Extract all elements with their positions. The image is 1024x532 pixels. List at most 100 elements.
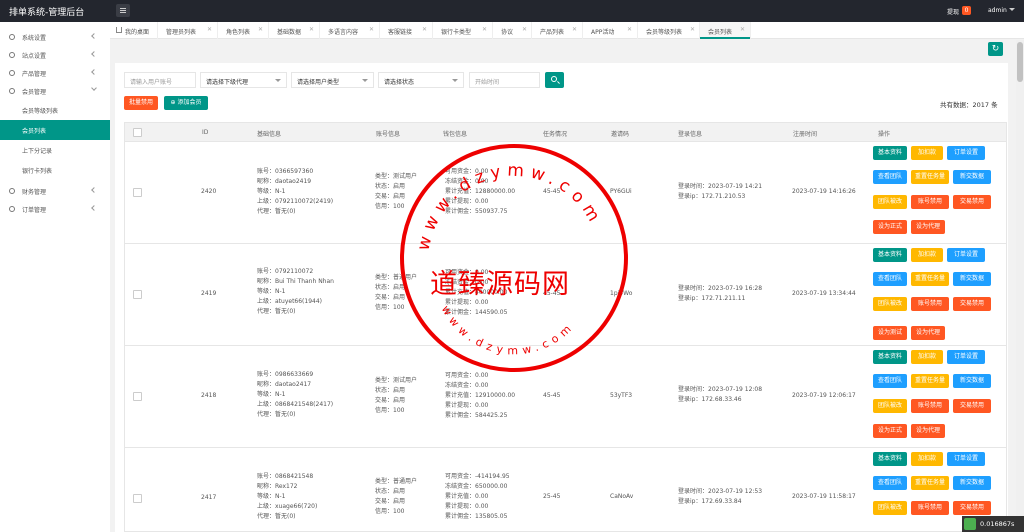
tab-multilang[interactable]: 多语言内容 ✕ xyxy=(320,22,380,39)
ban-account-button[interactable]: 账号禁用 xyxy=(911,501,949,515)
view-team-button[interactable]: 查看团队 xyxy=(873,476,907,490)
sidebar-item-members[interactable]: 会员管理 xyxy=(0,82,110,100)
sidebar-item-orders[interactable]: 订单管理 xyxy=(0,200,110,218)
tab-admin-list[interactable]: 管理员列表 ✕ xyxy=(158,22,218,39)
adjust-balance-button[interactable]: 加扣款 xyxy=(911,248,943,262)
adjust-balance-button[interactable]: 加扣款 xyxy=(911,350,943,364)
close-icon[interactable]: ✕ xyxy=(309,26,314,33)
login-ip: 登录ip：172.69.33.84 xyxy=(678,498,742,505)
reset-tasks-button[interactable]: 重置任务量 xyxy=(911,476,949,490)
tab-home[interactable]: 我的桌面 xyxy=(110,22,158,39)
status-select[interactable]: 请选择状态 xyxy=(378,72,464,88)
close-icon[interactable]: ✕ xyxy=(207,26,212,33)
team-edit-button[interactable]: 团队被改 xyxy=(873,501,907,515)
batch-ban-button[interactable]: 批量禁用 xyxy=(124,96,158,110)
scrollbar[interactable] xyxy=(1016,40,1024,532)
new-data-button[interactable]: 新交数据 xyxy=(953,170,991,184)
sidebar-sub-points-records[interactable]: 上下分记录 xyxy=(0,140,110,160)
search-button[interactable] xyxy=(545,72,564,88)
sidebar-item-finance[interactable]: 财务管理 xyxy=(0,182,110,200)
view-team-button[interactable]: 查看团队 xyxy=(873,272,907,286)
tab-app-activity[interactable]: APP活动 ✕ xyxy=(583,22,638,39)
basic-info-button[interactable]: 基本资料 xyxy=(873,146,907,160)
close-icon[interactable]: ✕ xyxy=(690,26,695,33)
team-edit-button[interactable]: 团队被改 xyxy=(873,195,907,209)
task-status: 45-45 xyxy=(543,392,561,399)
tab-role-list[interactable]: 角色列表 ✕ xyxy=(218,22,269,39)
set-formal-button[interactable]: 设为正式 xyxy=(873,424,907,438)
tab-member-levels[interactable]: 会员等级列表 ✕ xyxy=(638,22,700,39)
user-menu[interactable]: admin xyxy=(988,7,1007,14)
user-type-select[interactable]: 请选择用户类型 xyxy=(291,72,374,88)
tab-service-link[interactable]: 客服链接 ✕ xyxy=(380,22,433,39)
close-icon[interactable]: ✕ xyxy=(482,26,487,33)
order-settings-button[interactable]: 订单设置 xyxy=(947,452,985,466)
new-data-button[interactable]: 新交数据 xyxy=(953,272,991,286)
ban-trade-button[interactable]: 交易禁用 xyxy=(953,501,991,515)
start-time-input[interactable]: 开始时间 xyxy=(469,72,540,88)
order-settings-button[interactable]: 订单设置 xyxy=(947,146,985,160)
ban-trade-button[interactable]: 交易禁用 xyxy=(953,399,991,413)
close-icon[interactable]: ✕ xyxy=(422,26,427,33)
view-team-button[interactable]: 查看团队 xyxy=(873,170,907,184)
row-checkbox[interactable] xyxy=(133,188,142,197)
menu-toggle-button[interactable] xyxy=(116,4,130,17)
reset-tasks-button[interactable]: 重置任务量 xyxy=(911,170,949,184)
tab-base-data[interactable]: 基础数据 ✕ xyxy=(269,22,320,39)
sidebar-sub-bank-cards[interactable]: 银行卡列表 xyxy=(0,160,110,180)
basic-info-button[interactable]: 基本资料 xyxy=(873,350,907,364)
withdraw-notice-link[interactable]: 提现 xyxy=(947,7,959,16)
sidebar-item-system[interactable]: 系统设置 xyxy=(0,28,110,46)
select-all-checkbox[interactable] xyxy=(133,128,142,137)
ban-account-button[interactable]: 账号禁用 xyxy=(911,399,949,413)
column-header: ID xyxy=(202,129,209,136)
set-formal-button[interactable]: 设为正式 xyxy=(873,220,907,234)
order-settings-button[interactable]: 订单设置 xyxy=(947,248,985,262)
close-icon[interactable]: ✕ xyxy=(522,26,527,33)
ban-trade-button[interactable]: 交易禁用 xyxy=(953,297,991,311)
close-icon[interactable]: ✕ xyxy=(627,26,632,33)
set-test-button[interactable]: 设为测试 xyxy=(873,326,907,340)
sidebar-item-products[interactable]: 产品管理 xyxy=(0,64,110,82)
set-agent-button[interactable]: 设为代理 xyxy=(911,326,945,340)
tab-agreement[interactable]: 协议 ✕ xyxy=(493,22,532,39)
sidebar-sub-member-levels[interactable]: 会员等级列表 xyxy=(0,100,110,120)
reset-tasks-button[interactable]: 重置任务量 xyxy=(911,374,949,388)
user-status: 状态：启用 xyxy=(375,284,406,291)
row-checkbox[interactable] xyxy=(133,494,142,503)
basic-info-button[interactable]: 基本资料 xyxy=(873,248,907,262)
ban-account-button[interactable]: 账号禁用 xyxy=(911,195,949,209)
close-icon[interactable]: ✕ xyxy=(258,26,263,33)
agent-select[interactable]: 请选择下级代理 xyxy=(200,72,287,88)
set-agent-button[interactable]: 设为代理 xyxy=(911,424,945,438)
tab-product-list[interactable]: 产品列表 ✕ xyxy=(532,22,583,39)
tab-bankcard-type[interactable]: 银行卡类型 ✕ xyxy=(433,22,493,39)
ban-account-button[interactable]: 账号禁用 xyxy=(911,297,949,311)
team-edit-button[interactable]: 团队被改 xyxy=(873,399,907,413)
sidebar-sub-member-list[interactable]: 会员列表 xyxy=(0,120,110,140)
close-icon[interactable]: ✕ xyxy=(740,26,745,33)
team-edit-button[interactable]: 团队被改 xyxy=(873,297,907,311)
new-data-button[interactable]: 新交数据 xyxy=(953,374,991,388)
close-icon[interactable]: ✕ xyxy=(369,26,374,33)
add-member-button[interactable]: ⊕ 添加会员 xyxy=(164,96,208,110)
basic-info-button[interactable]: 基本资料 xyxy=(873,452,907,466)
adjust-balance-button[interactable]: 加扣款 xyxy=(911,452,943,466)
view-team-button[interactable]: 查看团队 xyxy=(873,374,907,388)
refresh-button[interactable]: ↻ xyxy=(988,42,1003,56)
order-settings-button[interactable]: 订单设置 xyxy=(947,350,985,364)
new-data-button[interactable]: 新交数据 xyxy=(953,476,991,490)
sidebar-item-site[interactable]: 站点设置 xyxy=(0,46,110,64)
adjust-balance-button[interactable]: 加扣款 xyxy=(911,146,943,160)
close-icon[interactable]: ✕ xyxy=(572,26,577,33)
row-checkbox[interactable] xyxy=(133,290,142,299)
tab-member-list[interactable]: 会员列表 ✕ xyxy=(700,22,751,39)
set-agent-button[interactable]: 设为代理 xyxy=(911,220,945,234)
ban-trade-button[interactable]: 交易禁用 xyxy=(953,195,991,209)
reset-tasks-button[interactable]: 重置任务量 xyxy=(911,272,949,286)
leaf-icon xyxy=(964,518,976,530)
sidebar-sub-label: 会员列表 xyxy=(22,128,47,135)
scrollbar-thumb[interactable] xyxy=(1017,42,1023,82)
account-search-input[interactable]: 请输入用户账号 xyxy=(124,72,196,88)
row-checkbox[interactable] xyxy=(133,392,142,401)
